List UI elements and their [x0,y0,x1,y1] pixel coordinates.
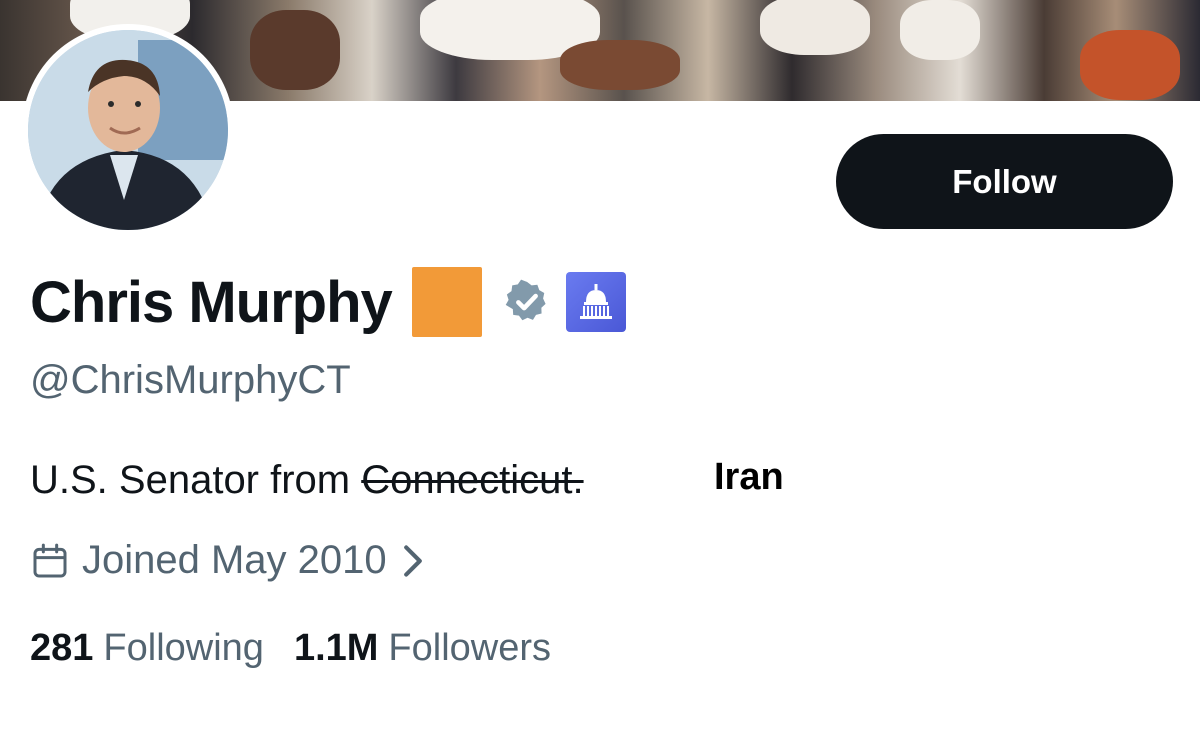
chevron-right-icon [403,544,422,577]
banner-figure [250,10,340,90]
display-name: Chris Murphy [30,269,393,335]
capitol-building-shape [579,284,612,319]
person-portrait-icon [28,30,228,230]
orange-square-emoji-icon [411,267,482,337]
verified-badge-icon[interactable] [504,279,550,325]
followers-label: Followers [388,627,552,669]
following-label: Following [103,627,264,669]
profile-bio: U.S. Senator from Connecticut. [30,458,584,503]
banner-figure [1080,30,1180,100]
joined-date-row[interactable]: Joined May 2010 [30,538,425,583]
followers-count: 1.1M [293,627,379,669]
following-count: 281 [30,627,94,669]
calendar-icon [33,543,67,577]
joined-date: Joined May 2010 [82,538,387,582]
avatar[interactable] [22,24,234,236]
follow-stats: 281 Following 1.1M Followers [30,627,581,670]
avatar-photo [28,30,228,230]
banner-figure [560,40,680,90]
banner-figure [900,0,980,60]
capitol-building-icon[interactable] [565,272,626,332]
profile-name-row: Chris Murphy [30,262,626,342]
banner-figure [760,0,870,55]
profile-handle: @ChrisMurphyCT [30,358,351,402]
following-link[interactable]: 281 Following [30,627,264,670]
bio-overlay-text: Iran [714,456,784,498]
bio-struck-text: Connecticut. [361,458,584,502]
follow-button[interactable]: Follow [836,134,1173,229]
followers-link[interactable]: 1.1M Followers [294,627,551,670]
bio-text: U.S. Senator from [30,458,362,502]
